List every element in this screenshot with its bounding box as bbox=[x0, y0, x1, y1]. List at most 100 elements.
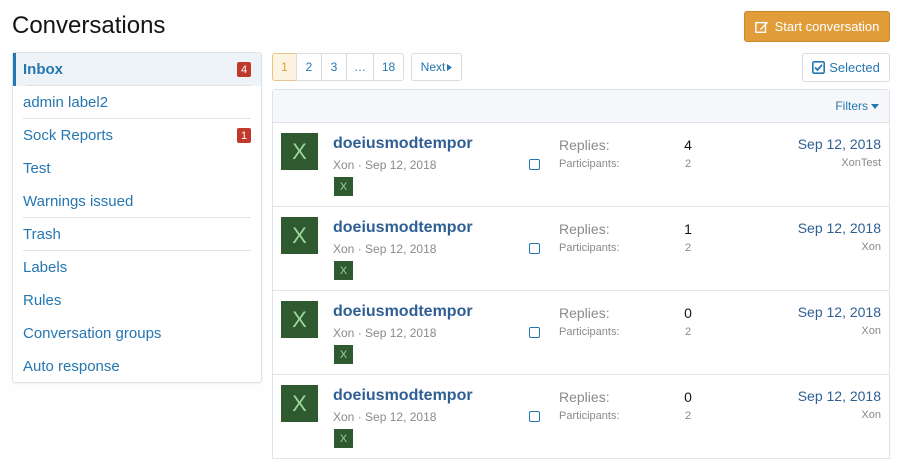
filters-label: Filters bbox=[835, 99, 868, 113]
last-message-date-link[interactable]: Sep 12, 2018 bbox=[798, 220, 881, 236]
sidebar-item-label: Trash bbox=[23, 226, 61, 243]
last-message-user-link[interactable]: Xon bbox=[861, 409, 881, 421]
sidebar-item-inbox[interactable]: Inbox 4 bbox=[13, 53, 261, 86]
select-checkbox[interactable] bbox=[529, 243, 540, 254]
sidebar-item-trash[interactable]: Trash bbox=[13, 218, 261, 251]
sidebar-item-label: Rules bbox=[23, 292, 62, 309]
sidebar-item-conversation-groups[interactable]: Conversation groups bbox=[13, 317, 261, 350]
sidebar-item-label: Auto response bbox=[23, 358, 120, 375]
page-skip-link[interactable]: … bbox=[346, 53, 374, 81]
starter-link[interactable]: Xon bbox=[333, 326, 354, 340]
sidebar: Inbox 4 admin label2 Sock Reports 1 Test… bbox=[12, 52, 262, 383]
unread-badge: 4 bbox=[237, 62, 251, 77]
conversation-meta: Xon · Sep 12, 2018 bbox=[333, 242, 437, 256]
replies-label: Replies: bbox=[559, 221, 610, 237]
filters-button[interactable]: Filters bbox=[835, 99, 879, 113]
replies-count: 0 bbox=[684, 305, 692, 321]
selected-button[interactable]: Selected bbox=[802, 53, 890, 82]
start-date: Sep 12, 2018 bbox=[365, 158, 437, 172]
unread-badge: 1 bbox=[237, 128, 251, 143]
page-18-link[interactable]: 18 bbox=[373, 53, 404, 81]
pagination: 1 2 3 … 18 bbox=[272, 53, 404, 81]
sidebar-item-auto-response[interactable]: Auto response bbox=[13, 350, 261, 383]
participants-count: 2 bbox=[684, 242, 692, 254]
conversation-title-link[interactable]: doeiusmodtempor bbox=[333, 219, 473, 237]
next-page-label: Next bbox=[420, 60, 446, 74]
selected-label: Selected bbox=[829, 60, 880, 75]
starter-link[interactable]: Xon bbox=[333, 242, 354, 256]
starter-link[interactable]: Xon bbox=[333, 158, 354, 172]
participant-avatar[interactable]: X bbox=[334, 261, 353, 280]
sidebar-item-label: Test bbox=[23, 160, 51, 177]
last-message-user-link[interactable]: Xon bbox=[861, 241, 881, 253]
participant-avatar[interactable]: X bbox=[334, 345, 353, 364]
conversation-meta: Xon · Sep 12, 2018 bbox=[333, 326, 437, 340]
compose-icon bbox=[754, 21, 768, 33]
last-message-user-link[interactable]: Xon bbox=[861, 325, 881, 337]
sidebar-item-label: Warnings issued bbox=[23, 193, 134, 210]
replies-count: 4 bbox=[684, 137, 692, 153]
participants-label: Participants: bbox=[559, 326, 620, 338]
last-message-date-link[interactable]: Sep 12, 2018 bbox=[798, 388, 881, 404]
conversation-list: Filters X doeiusmodtempor Xon · Sep 12, … bbox=[272, 89, 890, 459]
start-conversation-button[interactable]: Start conversation bbox=[744, 11, 890, 42]
participant-avatar[interactable]: X bbox=[334, 177, 353, 196]
page-2-link[interactable]: 2 bbox=[296, 53, 322, 81]
replies-label: Replies: bbox=[559, 389, 610, 405]
sidebar-item-label: admin label2 bbox=[23, 94, 109, 111]
conversation-row: X doeiusmodtempor Xon · Sep 12, 2018 X R… bbox=[273, 123, 889, 207]
participants-count: 2 bbox=[684, 158, 692, 170]
sidebar-item-label: Labels bbox=[23, 259, 68, 276]
conversation-meta: Xon · Sep 12, 2018 bbox=[333, 410, 437, 424]
participants-label: Participants: bbox=[559, 410, 620, 422]
start-date: Sep 12, 2018 bbox=[365, 326, 437, 340]
replies-count: 1 bbox=[684, 221, 692, 237]
avatar[interactable]: X bbox=[281, 385, 318, 422]
caret-down-icon bbox=[871, 103, 879, 109]
list-header: Filters bbox=[273, 90, 889, 123]
start-date: Sep 12, 2018 bbox=[365, 410, 437, 424]
conversation-title-link[interactable]: doeiusmodtempor bbox=[333, 135, 473, 153]
select-checkbox[interactable] bbox=[529, 159, 540, 170]
sidebar-item-sock-reports[interactable]: Sock Reports 1 bbox=[13, 119, 261, 152]
avatar[interactable]: X bbox=[281, 133, 318, 170]
next-page-button[interactable]: Next bbox=[411, 53, 462, 81]
starter-link[interactable]: Xon bbox=[333, 410, 354, 424]
conversation-meta: Xon · Sep 12, 2018 bbox=[333, 158, 437, 172]
avatar[interactable]: X bbox=[281, 217, 318, 254]
conversation-title-link[interactable]: doeiusmodtempor bbox=[333, 303, 473, 321]
sidebar-item-label: Inbox bbox=[23, 61, 63, 78]
sidebar-item-admin-label2[interactable]: admin label2 bbox=[13, 86, 261, 119]
conversation-row: X doeiusmodtempor Xon · Sep 12, 2018 X R… bbox=[273, 207, 889, 291]
replies-count: 0 bbox=[684, 389, 692, 405]
chevron-right-icon bbox=[447, 63, 453, 71]
sidebar-item-test[interactable]: Test bbox=[13, 152, 261, 185]
conversation-title-link[interactable]: doeiusmodtempor bbox=[333, 387, 473, 405]
avatar[interactable]: X bbox=[281, 301, 318, 338]
conversation-row: X doeiusmodtempor Xon · Sep 12, 2018 X R… bbox=[273, 291, 889, 375]
sidebar-item-warnings-issued[interactable]: Warnings issued bbox=[13, 185, 261, 218]
participants-label: Participants: bbox=[559, 242, 620, 254]
replies-label: Replies: bbox=[559, 305, 610, 321]
start-conversation-label: Start conversation bbox=[774, 19, 880, 34]
checkbox-checked-icon bbox=[812, 61, 826, 74]
participant-avatar[interactable]: X bbox=[334, 429, 353, 448]
page-3-link[interactable]: 3 bbox=[321, 53, 347, 81]
sidebar-item-rules[interactable]: Rules bbox=[13, 284, 261, 317]
select-checkbox[interactable] bbox=[529, 411, 540, 422]
participants-count: 2 bbox=[684, 326, 692, 338]
participants-label: Participants: bbox=[559, 158, 620, 170]
last-message-date-link[interactable]: Sep 12, 2018 bbox=[798, 304, 881, 320]
sidebar-item-labels[interactable]: Labels bbox=[13, 251, 261, 284]
sidebar-item-label: Conversation groups bbox=[23, 325, 162, 342]
page-title: Conversations bbox=[12, 12, 166, 39]
last-message-user-link[interactable]: XonTest bbox=[841, 157, 881, 169]
sidebar-item-label: Sock Reports bbox=[23, 127, 114, 144]
select-checkbox[interactable] bbox=[529, 327, 540, 338]
participants-count: 2 bbox=[684, 410, 692, 422]
start-date: Sep 12, 2018 bbox=[365, 242, 437, 256]
last-message-date-link[interactable]: Sep 12, 2018 bbox=[798, 136, 881, 152]
replies-label: Replies: bbox=[559, 137, 610, 153]
conversation-row: X doeiusmodtempor Xon · Sep 12, 2018 X R… bbox=[273, 375, 889, 459]
page-1-link[interactable]: 1 bbox=[272, 53, 297, 81]
